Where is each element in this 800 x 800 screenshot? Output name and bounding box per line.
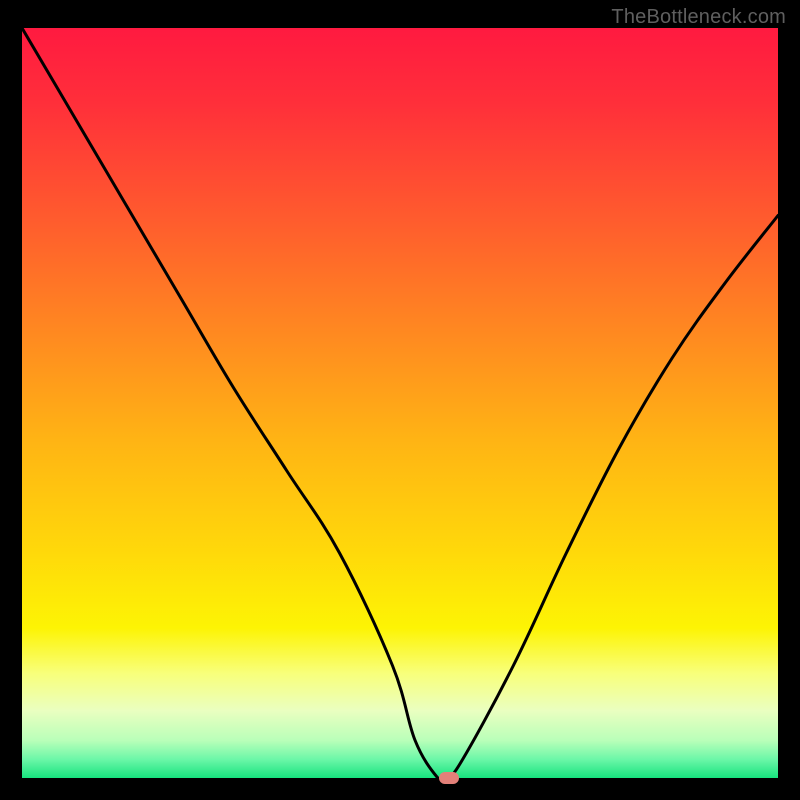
plot-area: [22, 28, 778, 778]
gradient-bg: [22, 28, 778, 778]
chart-svg: [22, 28, 778, 778]
chart-frame: TheBottleneck.com: [0, 0, 800, 800]
watermark-text: TheBottleneck.com: [611, 6, 786, 29]
optimum-marker: [439, 772, 459, 784]
